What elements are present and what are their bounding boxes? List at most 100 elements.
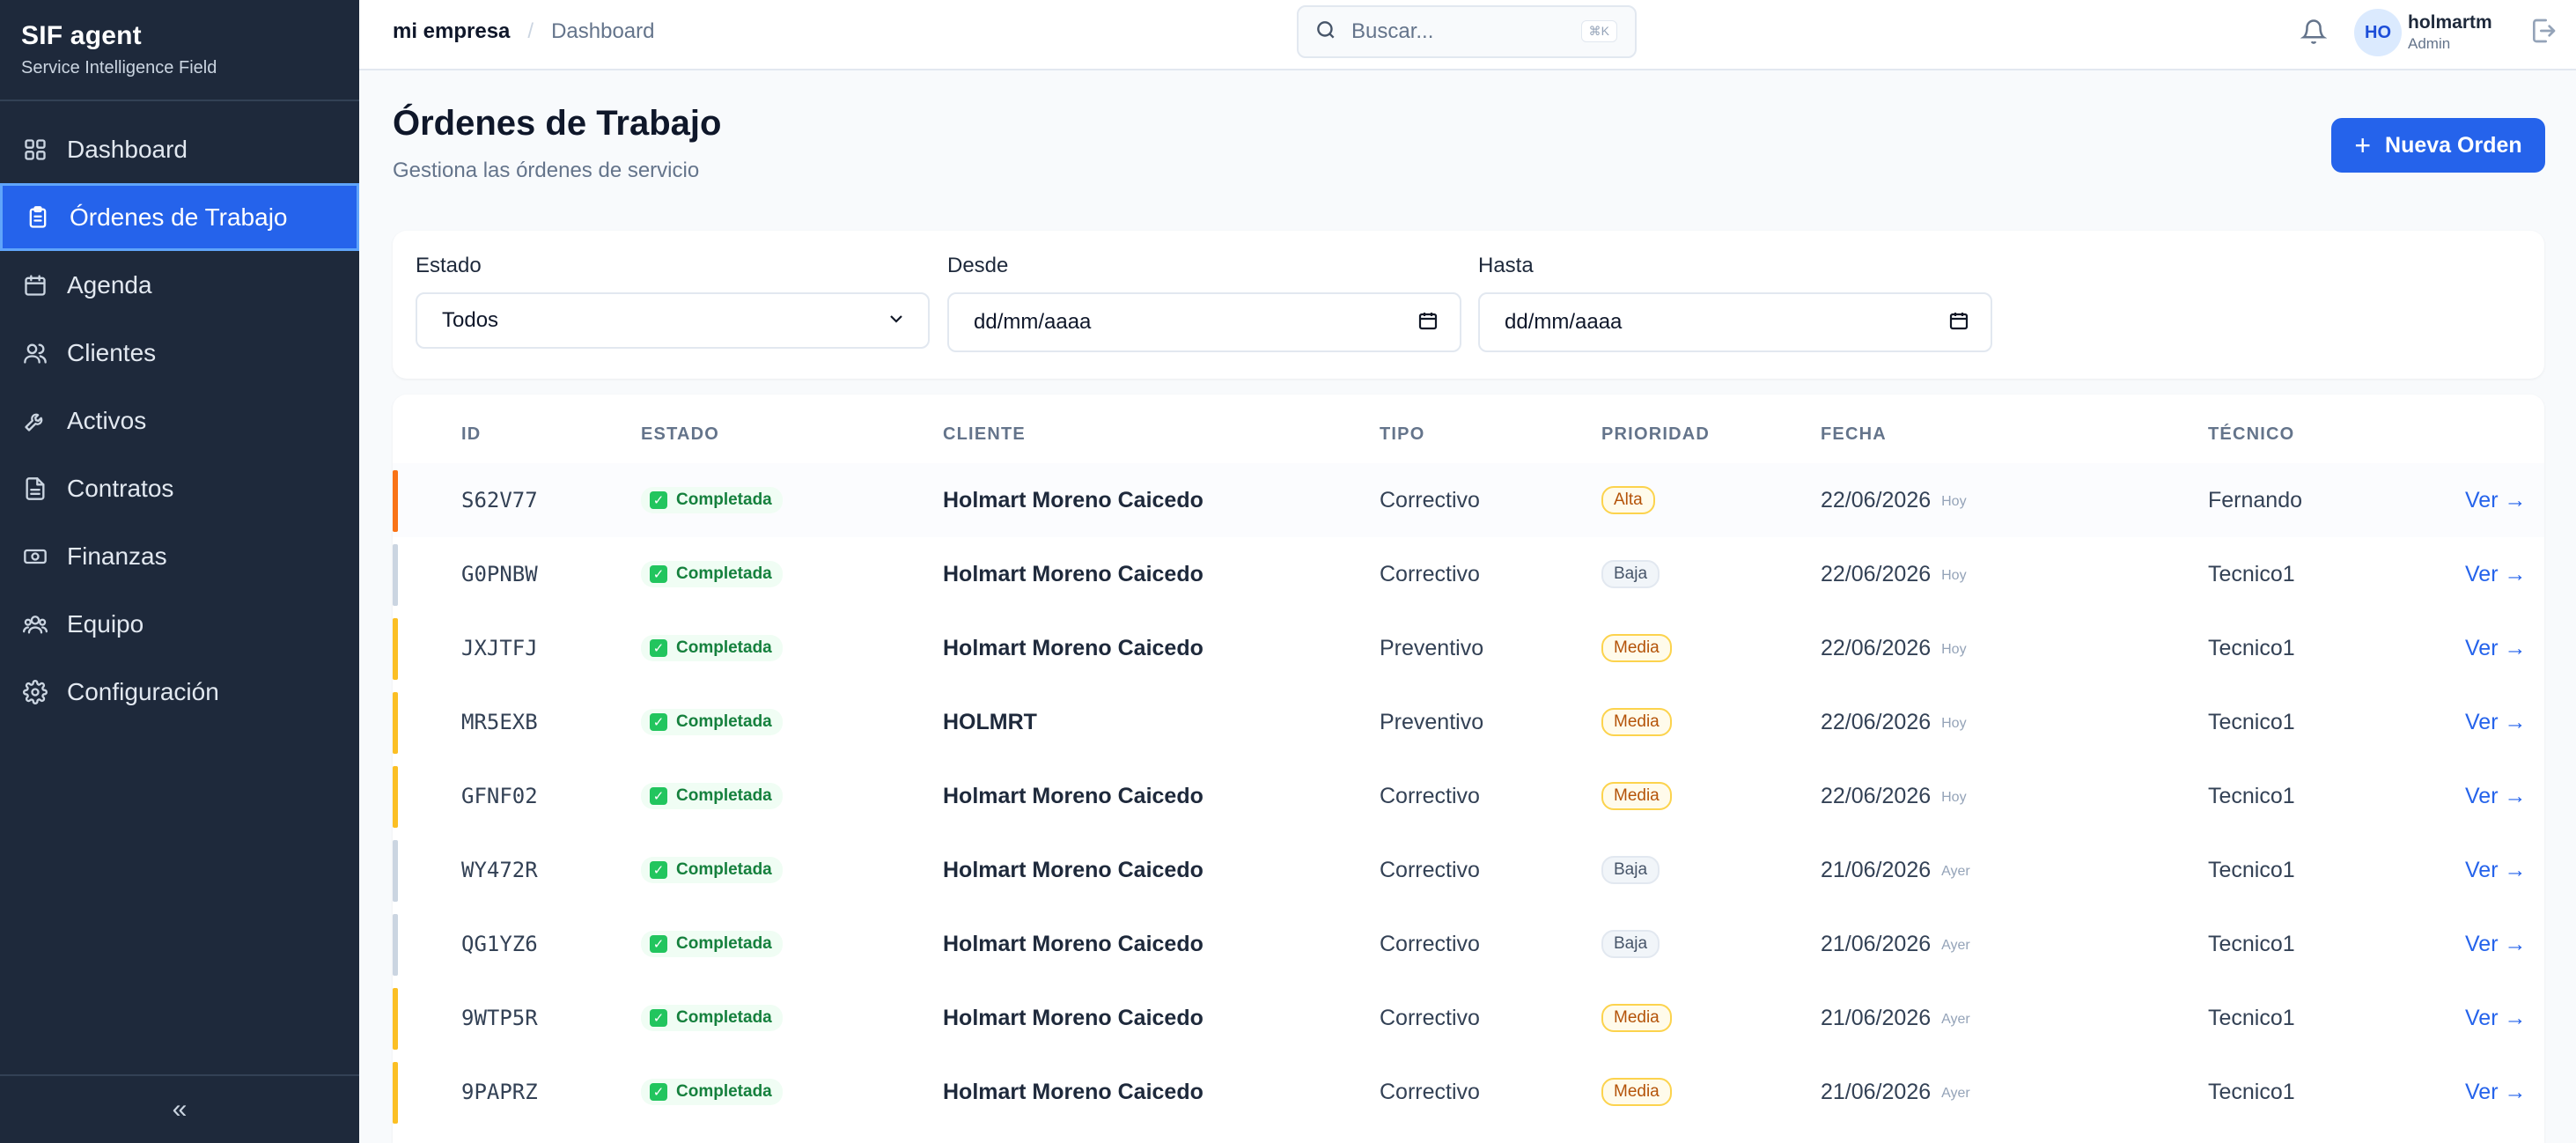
view-order-link[interactable]: Ver → xyxy=(2465,981,2526,1055)
technician-name: Tecnico1 xyxy=(2208,931,2295,956)
priority-badge: Media xyxy=(1601,1078,1672,1106)
sidebar-item-dashboard[interactable]: Dashboard xyxy=(0,115,359,183)
check-icon: ✓ xyxy=(650,935,667,953)
sidebar-item-agenda[interactable]: Agenda xyxy=(0,251,359,319)
check-icon: ✓ xyxy=(650,639,667,657)
sidebar-item-activos[interactable]: Activos xyxy=(0,387,359,454)
order-type: Preventivo xyxy=(1380,709,1484,734)
column-header-cliente[interactable]: CLIENTE xyxy=(943,424,1026,445)
check-icon: ✓ xyxy=(650,861,667,879)
priority-cell: Media xyxy=(1601,981,1672,1055)
client-name: Holmart Moreno Caicedo xyxy=(943,635,1203,660)
calendar-icon[interactable] xyxy=(1948,310,1969,336)
table-row[interactable]: JXJTFJ ✓ Completada Holmart Moreno Caicedo P… xyxy=(393,611,2544,685)
logout-button[interactable] xyxy=(2525,14,2562,51)
calendar-icon[interactable] xyxy=(1417,310,1439,336)
relative-date: Ayer xyxy=(1941,1086,1970,1101)
order-date: 22/06/2026 xyxy=(1821,487,1932,513)
column-header-prioridad[interactable]: PRIORIDAD xyxy=(1601,424,1710,445)
filter-estado: Estado Todos xyxy=(416,254,930,349)
client-name: Holmart Moreno Caicedo xyxy=(943,1079,1203,1104)
priority-cell: Baja xyxy=(1601,833,1660,907)
search-icon xyxy=(1314,18,1337,46)
sidebar-item-finanzas[interactable]: Finanzas xyxy=(0,522,359,590)
client-name: HOLMRT xyxy=(943,709,1037,734)
table-row[interactable]: GFNF02 ✓ Completada Holmart Moreno Caicedo C… xyxy=(393,759,2544,833)
breadcrumb-company[interactable]: mi empresa xyxy=(393,19,510,44)
client-name: Holmart Moreno Caicedo xyxy=(943,561,1203,586)
status-cell: ✓ Completada xyxy=(641,463,783,537)
gear-icon xyxy=(23,679,48,704)
status-cell: ✓ Completada xyxy=(641,759,783,833)
order-id: G0PNBW xyxy=(461,562,538,586)
breadcrumb-current[interactable]: Dashboard xyxy=(551,19,654,44)
relative-date: Ayer xyxy=(1941,938,1970,953)
logout-icon xyxy=(2529,17,2558,49)
view-order-link[interactable]: Ver → xyxy=(2465,907,2526,981)
sidebar-item-label: Contratos xyxy=(67,474,174,502)
relative-date: Hoy xyxy=(1941,790,1967,805)
status-badge: ✓ Completada xyxy=(641,931,783,957)
view-order-link[interactable]: Ver → xyxy=(2465,759,2526,833)
notifications-button[interactable] xyxy=(2296,16,2331,51)
order-type: Correctivo xyxy=(1380,561,1480,586)
sidebar-item-clientes[interactable]: Clientes xyxy=(0,319,359,387)
hasta-date-input[interactable]: dd/mm/aaaa xyxy=(1478,292,1992,352)
sidebar-item-contratos[interactable]: Contratos xyxy=(0,454,359,522)
technician-name: Fernando xyxy=(2208,487,2303,513)
priority-cell: Media xyxy=(1601,1055,1672,1129)
sidebar-item-configuracion[interactable]: Configuración xyxy=(0,658,359,726)
table-row[interactable]: MR5EXB ✓ Completada HOLMRT Preventivo Media 22… xyxy=(393,685,2544,759)
view-order-link[interactable]: Ver → xyxy=(2465,685,2526,759)
priority-accent-bar xyxy=(393,692,398,754)
column-header-id[interactable]: ID xyxy=(461,424,481,445)
new-order-button[interactable]: + Nueva Orden xyxy=(2331,118,2545,173)
column-header-tipo[interactable]: TIPO xyxy=(1380,424,1424,445)
column-header-estado[interactable]: ESTADO xyxy=(641,424,719,445)
column-header-fecha[interactable]: FECHA xyxy=(1821,424,1887,445)
priority-badge: Media xyxy=(1601,1004,1672,1032)
search-input[interactable]: Buscar... ⌘K xyxy=(1297,5,1637,58)
column-header-tecnico[interactable]: TÉCNICO xyxy=(2208,424,2294,445)
avatar[interactable]: HO xyxy=(2354,9,2402,56)
technician-name: Tecnico1 xyxy=(2208,783,2295,808)
date-cell: 21/06/2026 Ayer xyxy=(1821,981,1970,1055)
sidebar-item-label: Configuración xyxy=(67,677,219,705)
table-row[interactable]: S62V77 ✓ Completada Holmart Moreno Caicedo C… xyxy=(393,463,2544,537)
sidebar-item-equipo[interactable]: Equipo xyxy=(0,590,359,658)
date-cell: 21/06/2026 Ayer xyxy=(1821,833,1970,907)
date-cell: 22/06/2026 Hoy xyxy=(1821,759,1967,833)
view-order-link[interactable]: Ver → xyxy=(2465,537,2526,611)
desde-date-input[interactable]: dd/mm/aaaa xyxy=(947,292,1461,352)
view-order-link[interactable]: Ver → xyxy=(2465,833,2526,907)
user-name: holmartm xyxy=(2408,12,2492,33)
table-row[interactable]: WY472R ✓ Completada Holmart Moreno Caicedo C… xyxy=(393,833,2544,907)
clipboard-icon xyxy=(26,205,50,230)
table-row[interactable]: 9PAPRZ ✓ Completada Holmart Moreno Caicedo C… xyxy=(393,1055,2544,1129)
orders-table: ID ESTADO CLIENTE TIPO PRIORIDAD FECHA T… xyxy=(393,395,2544,1143)
collapse-sidebar-button[interactable]: « xyxy=(0,1074,359,1143)
status-label: Completada xyxy=(676,1082,772,1101)
table-row[interactable]: 9WTP5R ✓ Completada Holmart Moreno Caicedo C… xyxy=(393,981,2544,1055)
table-row[interactable]: G0PNBW ✓ Completada Holmart Moreno Caicedo C… xyxy=(393,537,2544,611)
view-order-link[interactable]: Ver → xyxy=(2465,463,2526,537)
table-row[interactable]: QG1YZ6 ✓ Completada Holmart Moreno Caicedo C… xyxy=(393,907,2544,981)
user-role: Admin xyxy=(2408,35,2451,52)
user-info[interactable]: holmartm Admin xyxy=(2408,12,2492,53)
view-order-link[interactable]: Ver → xyxy=(2465,611,2526,685)
priority-accent-bar xyxy=(393,1062,398,1124)
chevron-down-icon xyxy=(886,308,907,334)
order-type: Correctivo xyxy=(1380,487,1480,513)
estado-select[interactable]: Todos xyxy=(416,292,930,349)
new-order-label: Nueva Orden xyxy=(2385,132,2522,158)
wrench-icon xyxy=(23,409,48,433)
status-badge: ✓ Completada xyxy=(641,857,783,883)
order-date: 22/06/2026 xyxy=(1821,709,1932,734)
view-order-link[interactable]: Ver → xyxy=(2465,1055,2526,1129)
sidebar-item-ordenes[interactable]: Órdenes de Trabajo xyxy=(0,183,359,251)
calendar-icon xyxy=(23,273,48,298)
order-type: Preventivo xyxy=(1380,635,1484,660)
date-cell: 21/06/2026 Ayer xyxy=(1821,907,1970,981)
check-icon: ✓ xyxy=(650,713,667,731)
relative-date: Hoy xyxy=(1941,642,1967,657)
